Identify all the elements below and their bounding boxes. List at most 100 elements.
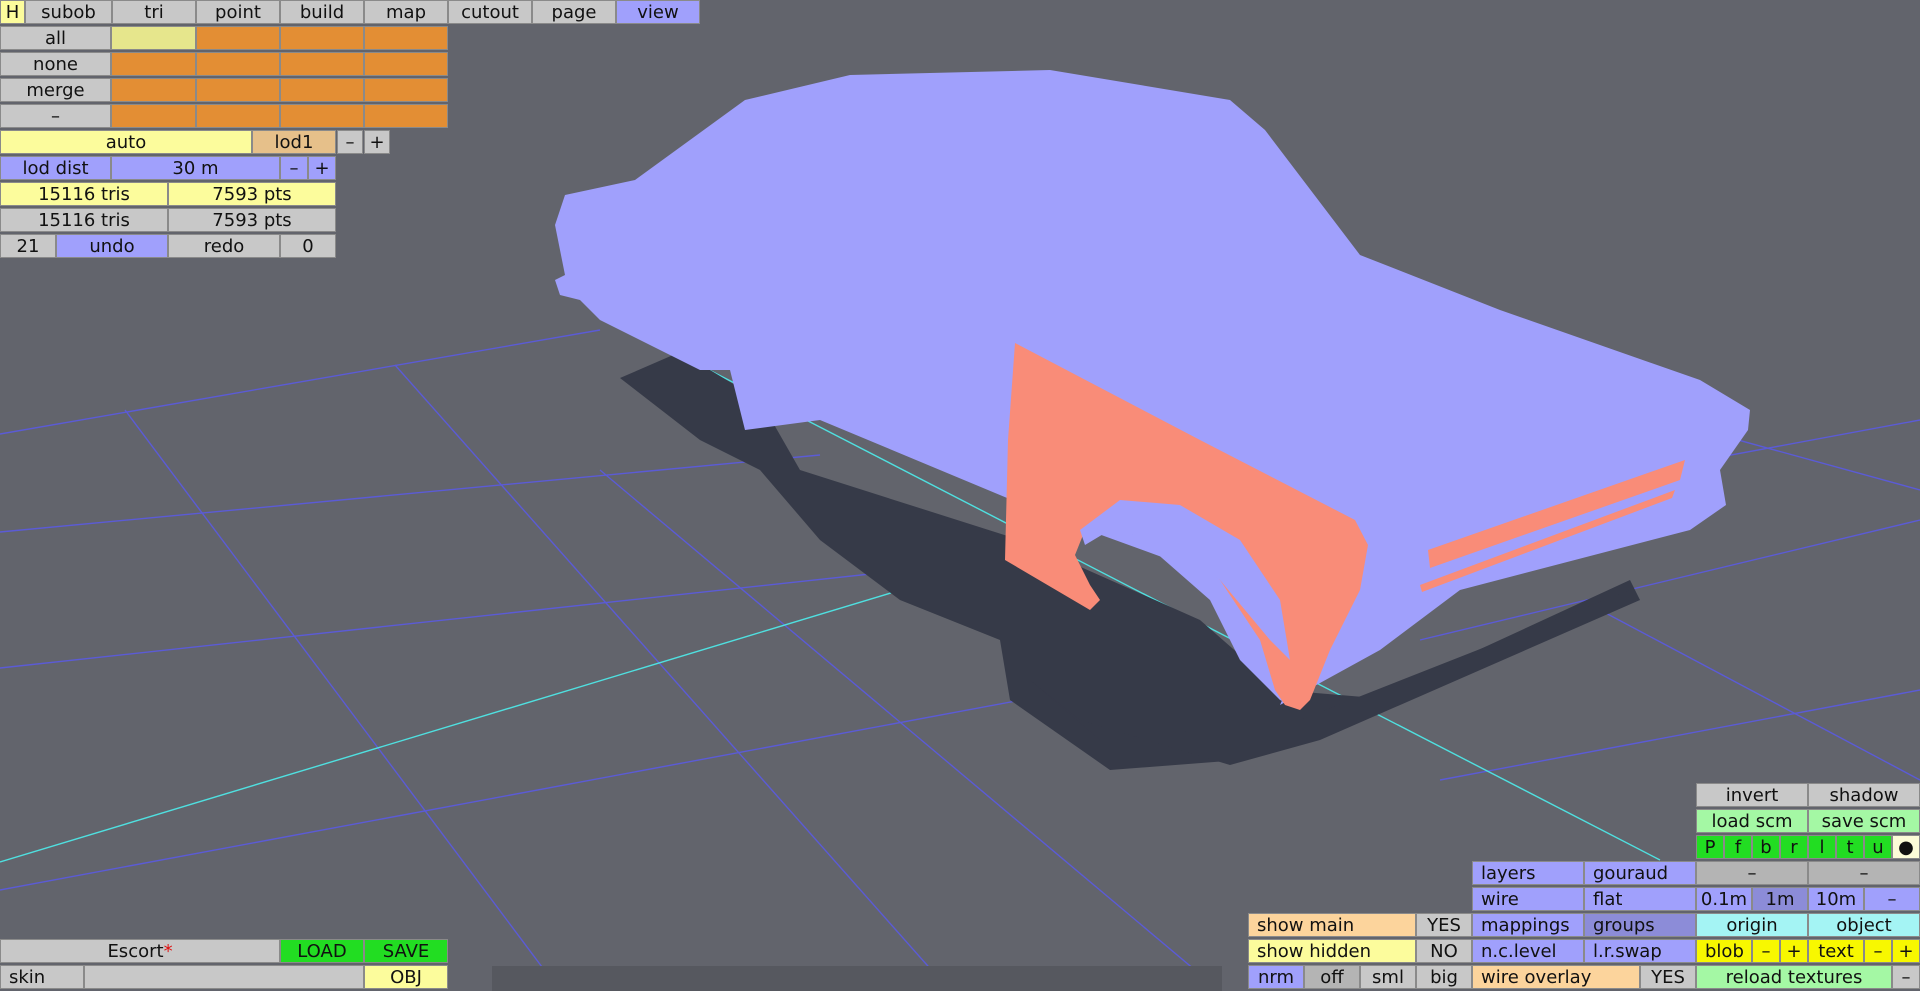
view-l-button[interactable]: l bbox=[1808, 835, 1836, 859]
menu-point[interactable]: point bbox=[196, 0, 280, 24]
modified-marker: * bbox=[163, 941, 173, 962]
tris-count-total: 15116 tris bbox=[0, 208, 168, 232]
reload-minus-button[interactable]: – bbox=[1892, 965, 1920, 989]
menu-subob[interactable]: subob bbox=[25, 0, 112, 24]
origin-button[interactable]: origin bbox=[1696, 913, 1808, 937]
lod-plus-button[interactable]: + bbox=[364, 130, 390, 154]
object-button[interactable]: object bbox=[1808, 913, 1920, 937]
selection-cell[interactable] bbox=[111, 52, 196, 76]
blob-minus-button[interactable]: – bbox=[1752, 939, 1780, 963]
text-minus-button[interactable]: – bbox=[1864, 939, 1892, 963]
flat-button[interactable]: flat bbox=[1584, 887, 1696, 911]
camera-dash-button-2[interactable]: – bbox=[1808, 861, 1920, 885]
mappings-button[interactable]: mappings bbox=[1472, 913, 1584, 937]
selection-cell[interactable] bbox=[364, 78, 448, 102]
camera-dash-button[interactable]: – bbox=[1696, 861, 1808, 885]
redo-count: 0 bbox=[280, 234, 336, 258]
skin-label: skin bbox=[0, 965, 84, 989]
grid-dash-button[interactable]: – bbox=[1864, 887, 1920, 911]
selection-cell[interactable] bbox=[364, 104, 448, 128]
show-hidden-label: show hidden bbox=[1248, 939, 1416, 963]
show-main-toggle[interactable]: YES bbox=[1416, 913, 1472, 937]
view-f-button[interactable]: f bbox=[1724, 835, 1752, 859]
wire-button[interactable]: wire bbox=[1472, 887, 1584, 911]
menu-tri[interactable]: tri bbox=[112, 0, 196, 24]
selection-cell[interactable] bbox=[111, 26, 196, 50]
layers-button[interactable]: layers bbox=[1472, 861, 1584, 885]
lr-swap-button[interactable]: l.r.swap bbox=[1584, 939, 1696, 963]
selection-cell[interactable] bbox=[280, 52, 364, 76]
nrm-sml-button[interactable]: sml bbox=[1360, 965, 1416, 989]
select-all-button[interactable]: all bbox=[0, 26, 111, 50]
selection-cell[interactable] bbox=[111, 104, 196, 128]
view-p-button[interactable]: P bbox=[1696, 835, 1724, 859]
save-button[interactable]: SAVE bbox=[364, 939, 448, 963]
lod-dist-minus-button[interactable]: – bbox=[280, 156, 308, 180]
load-button[interactable]: LOAD bbox=[280, 939, 364, 963]
menu-map[interactable]: map bbox=[364, 0, 448, 24]
pts-count-total: 7593 pts bbox=[168, 208, 336, 232]
gouraud-button[interactable]: gouraud bbox=[1584, 861, 1696, 885]
selection-cell[interactable] bbox=[111, 78, 196, 102]
view-t-button[interactable]: t bbox=[1836, 835, 1864, 859]
selection-cell[interactable] bbox=[196, 26, 280, 50]
selection-cell[interactable] bbox=[280, 78, 364, 102]
pts-count: 7593 pts bbox=[168, 182, 336, 206]
file-name[interactable]: Escort* bbox=[0, 939, 280, 963]
lod-auto-button[interactable]: auto bbox=[0, 130, 252, 154]
status-bar bbox=[492, 966, 1222, 991]
grid-10m-button[interactable]: 10m bbox=[1808, 887, 1864, 911]
file-name-text: Escort bbox=[107, 941, 164, 962]
lod-dist-value[interactable]: 30 m bbox=[111, 156, 280, 180]
redo-button[interactable]: redo bbox=[168, 234, 280, 258]
blob-label: blob bbox=[1696, 939, 1752, 963]
menu-view[interactable]: view bbox=[616, 0, 700, 24]
menu-cutout[interactable]: cutout bbox=[448, 0, 532, 24]
undo-count: 21 bbox=[0, 234, 56, 258]
invert-button[interactable]: invert bbox=[1696, 783, 1808, 807]
view-r-button[interactable]: r bbox=[1780, 835, 1808, 859]
merge-button[interactable]: merge bbox=[0, 78, 111, 102]
selection-cell[interactable] bbox=[280, 104, 364, 128]
nrm-off-button[interactable]: off bbox=[1304, 965, 1360, 989]
tris-count: 15116 tris bbox=[0, 182, 168, 206]
selection-cell[interactable] bbox=[364, 26, 448, 50]
selection-cell[interactable] bbox=[280, 26, 364, 50]
reload-textures-button[interactable]: reload textures bbox=[1696, 965, 1892, 989]
text-plus-button[interactable]: + bbox=[1892, 939, 1920, 963]
obj-button[interactable]: OBJ bbox=[364, 965, 448, 989]
lod-minus-button[interactable]: – bbox=[337, 130, 363, 154]
undo-button[interactable]: undo bbox=[56, 234, 168, 258]
grid-1m-button[interactable]: 1m bbox=[1752, 887, 1808, 911]
load-scm-button[interactable]: load scm bbox=[1696, 809, 1808, 833]
save-scm-button[interactable]: save scm bbox=[1808, 809, 1920, 833]
text-label: text bbox=[1808, 939, 1864, 963]
view-b-button[interactable]: b bbox=[1752, 835, 1780, 859]
lod-level-button[interactable]: lod1 bbox=[252, 130, 336, 154]
wire-overlay-toggle[interactable]: YES bbox=[1640, 965, 1696, 989]
dash-button[interactable]: – bbox=[0, 104, 111, 128]
select-none-button[interactable]: none bbox=[0, 52, 111, 76]
menu-h[interactable]: H bbox=[0, 0, 25, 24]
wire-overlay-label: wire overlay bbox=[1472, 965, 1640, 989]
menu-build[interactable]: build bbox=[280, 0, 364, 24]
skin-field[interactable] bbox=[84, 965, 364, 989]
selection-cell[interactable] bbox=[364, 52, 448, 76]
lod-dist-plus-button[interactable]: + bbox=[308, 156, 336, 180]
blob-plus-button[interactable]: + bbox=[1780, 939, 1808, 963]
menu-page[interactable]: page bbox=[532, 0, 616, 24]
nrm-big-button[interactable]: big bbox=[1416, 965, 1472, 989]
view-dot-button[interactable]: ● bbox=[1892, 835, 1920, 859]
nrm-label: nrm bbox=[1248, 965, 1304, 989]
groups-button[interactable]: groups bbox=[1584, 913, 1696, 937]
selection-cell[interactable] bbox=[196, 78, 280, 102]
selection-cell[interactable] bbox=[196, 52, 280, 76]
grid-0-1m-button[interactable]: 0.1m bbox=[1696, 887, 1752, 911]
show-hidden-toggle[interactable]: NO bbox=[1416, 939, 1472, 963]
lod-dist-label: lod dist bbox=[0, 156, 111, 180]
selection-cell[interactable] bbox=[196, 104, 280, 128]
nc-level-button[interactable]: n.c.level bbox=[1472, 939, 1584, 963]
view-u-button[interactable]: u bbox=[1864, 835, 1892, 859]
show-main-label: show main bbox=[1248, 913, 1416, 937]
shadow-button[interactable]: shadow bbox=[1808, 783, 1920, 807]
